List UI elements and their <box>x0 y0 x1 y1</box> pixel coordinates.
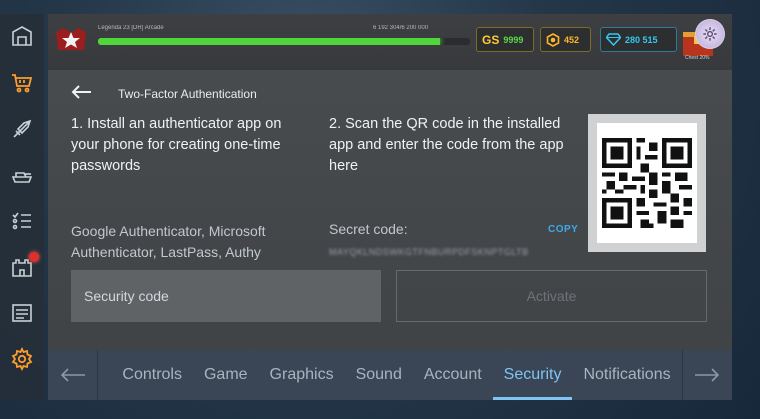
missile-icon <box>13 119 32 138</box>
sidebar-item-weapons[interactable] <box>0 106 44 152</box>
settings-tab-bar: Controls Game Graphics Sound Account Sec… <box>48 350 732 400</box>
gem-value: 280 515 <box>625 34 658 45</box>
news-icon <box>12 304 32 322</box>
sidebar-item-hangar[interactable] <box>0 14 44 60</box>
qr-code <box>597 123 697 243</box>
settings-panel: Legenda 23 [DR] Arcade 6 192 304/6 200 0… <box>48 14 732 400</box>
gold-coin-icon <box>546 32 560 47</box>
back-arrow-icon[interactable] <box>70 84 92 100</box>
tab-controls[interactable]: Controls <box>111 350 193 400</box>
task-list-icon <box>12 212 31 230</box>
gs-label: GS <box>482 32 500 47</box>
qr-code-image <box>602 138 692 228</box>
tab-game[interactable]: Game <box>193 350 259 400</box>
activate-button[interactable]: Activate <box>396 270 707 322</box>
notification-dot <box>29 252 39 262</box>
tabs: Controls Game Graphics Sound Account Sec… <box>98 350 681 400</box>
arrow-left-icon <box>60 368 85 382</box>
gs-value: 9999 <box>503 34 524 45</box>
gold-value: 452 <box>564 34 580 45</box>
security-code-input[interactable] <box>71 270 381 322</box>
sidebar-item-news[interactable] <box>0 290 44 336</box>
sidebar <box>0 14 44 400</box>
step-1-text: 1. Install an authenticator app on your … <box>71 116 282 174</box>
tab-notifications[interactable]: Notifications <box>572 350 681 400</box>
top-bar: Legenda 23 [DR] Arcade 6 192 304/6 200 0… <box>48 14 732 70</box>
xp-progress-bar <box>98 38 470 45</box>
tank-icon <box>11 172 33 183</box>
profile-gear-icon <box>703 27 717 41</box>
copy-button[interactable]: COPY <box>548 224 578 235</box>
hangar-icon <box>12 26 32 46</box>
tab-scroll-right-button[interactable] <box>683 350 732 400</box>
profile-button[interactable] <box>695 19 725 49</box>
step-2-text: 2. Scan the QR code in the installed app… <box>329 116 564 174</box>
secret-code-value: MAYQKLNDSWKGTFNBURPDFSKNPTGLTB <box>329 247 529 257</box>
settings-gear-icon <box>11 347 33 371</box>
diamond-icon <box>606 33 621 46</box>
rank-star-icon[interactable] <box>54 24 88 54</box>
xp-progress-fill <box>98 38 441 45</box>
player-xp-text: 6 192 304/6 200 000 <box>373 25 429 31</box>
player-name: Legenda 23 [DR] Arcade <box>98 25 164 31</box>
tab-account[interactable]: Account <box>413 350 493 400</box>
page-title: Two-Factor Authentication <box>118 87 257 101</box>
gem-counter[interactable]: 280 515 <box>600 27 677 52</box>
tab-graphics[interactable]: Graphics <box>259 350 345 400</box>
shop-cart-icon <box>12 74 33 93</box>
qr-code-frame <box>588 114 706 252</box>
chest-label: Chest 20% <box>685 55 710 61</box>
sidebar-item-tanks[interactable] <box>0 152 44 198</box>
sidebar-item-tasks[interactable] <box>0 198 44 244</box>
sidebar-item-clan[interactable] <box>0 244 44 290</box>
authenticator-apps-list: Google Authenticator, Microsoft Authenti… <box>71 223 266 260</box>
tab-scroll-left-button[interactable] <box>48 350 97 400</box>
sidebar-item-shop[interactable] <box>0 60 44 106</box>
gs-counter[interactable]: GS 9999 <box>476 27 534 52</box>
tab-security[interactable]: Security <box>492 350 573 400</box>
tab-sound[interactable]: Sound <box>345 350 413 400</box>
sidebar-item-settings[interactable] <box>0 336 44 382</box>
secret-code-label: Secret code: <box>329 221 408 237</box>
gold-counter[interactable]: 452 <box>540 27 591 52</box>
arrow-right-icon <box>695 368 720 382</box>
